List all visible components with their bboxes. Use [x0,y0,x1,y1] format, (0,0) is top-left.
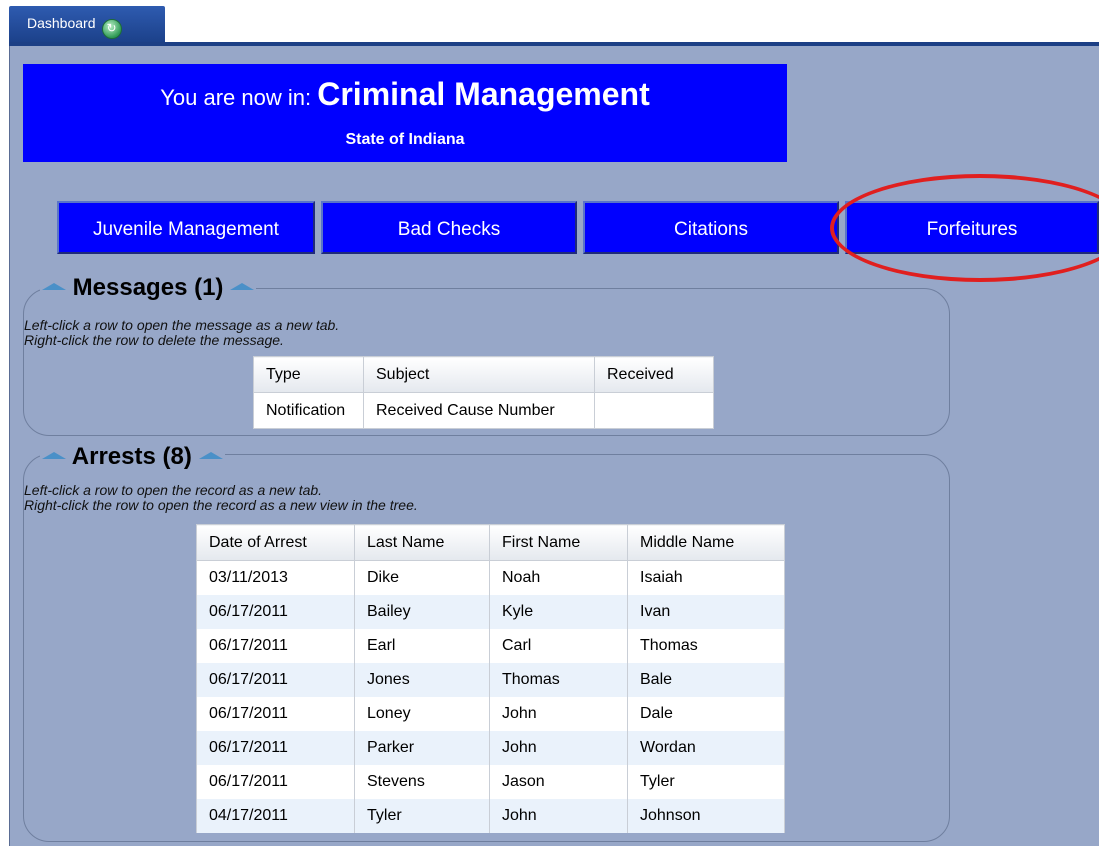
table-row[interactable]: 03/11/2013 Dike Noah Isaiah [196,560,785,595]
tab-strip: Dashboard ↻ [0,0,1099,44]
table-row[interactable]: 06/17/2011 Earl Carl Thomas [196,629,785,663]
messages-header: Messages (1) [40,274,257,302]
first-name-cell: Kyle [489,595,628,629]
first-name-cell: Noah [489,560,628,595]
date-cell: 06/17/2011 [196,663,355,697]
date-cell: 06/17/2011 [196,731,355,765]
last-name-cell: Dike [354,560,490,595]
date-cell: 06/17/2011 [196,765,355,799]
arrests-table-header: Date of Arrest Last Name First Name Midd… [196,524,785,561]
messages-hint-right-click: Right-click the row to delete the messag… [24,332,284,348]
column-header-middle-name[interactable]: Middle Name [627,524,785,561]
table-row[interactable]: 06/17/2011 Bailey Kyle Ivan [196,595,785,629]
column-header-subject[interactable]: Subject [363,356,595,393]
first-name-cell: Carl [489,629,628,663]
message-type-cell: Notification [253,392,364,429]
table-row[interactable]: 06/17/2011 Jones Thomas Bale [196,663,785,697]
column-header-last-name[interactable]: Last Name [354,524,490,561]
first-name-cell: John [489,697,628,731]
middle-name-cell: Dale [627,697,785,731]
last-name-cell: Bailey [354,595,490,629]
middle-name-cell: Tyler [627,765,785,799]
first-name-cell: John [489,799,628,833]
table-row[interactable]: 06/17/2011 Stevens Jason Tyler [196,765,785,799]
banner-module-name: Criminal Management [317,76,650,112]
last-name-cell: Stevens [354,765,490,799]
date-cell: 06/17/2011 [196,595,355,629]
last-name-cell: Earl [354,629,490,663]
middle-name-cell: Johnson [627,799,785,833]
arrests-table: Date of Arrest Last Name First Name Midd… [196,524,785,833]
table-row[interactable]: Notification Received Cause Number [253,392,714,429]
first-name-cell: Thomas [489,663,628,697]
banner-state: State of Indiana [345,131,465,148]
messages-hint-left-click: Left-click a row to open the message as … [24,317,340,333]
last-name-cell: Tyler [354,799,490,833]
first-name-cell: Jason [489,765,628,799]
collapse-icon[interactable] [42,283,66,290]
module-banner: You are now in: Criminal Management Stat… [23,64,787,162]
message-received-cell [594,392,714,429]
collapse-icon[interactable] [42,452,66,459]
date-cell: 03/11/2013 [196,560,355,595]
last-name-cell: Jones [354,663,490,697]
messages-hint: Left-click a row to open the message as … [24,318,339,348]
tab-dashboard[interactable]: Dashboard ↻ [9,6,165,42]
table-row[interactable]: 06/17/2011 Loney John Dale [196,697,785,731]
date-cell: 06/17/2011 [196,697,355,731]
column-header-date-of-arrest[interactable]: Date of Arrest [196,524,355,561]
citations-button[interactable]: Citations [583,201,839,254]
refresh-icon[interactable]: ↻ [101,19,122,39]
middle-name-cell: Isaiah [627,560,785,595]
collapse-icon[interactable] [198,452,223,459]
last-name-cell: Parker [354,731,490,765]
arrests-title: Arrests (8) [71,443,192,470]
banner-title: You are now in: Criminal Management [23,76,787,113]
messages-table: Type Subject Received Notification Recei… [253,356,714,429]
middle-name-cell: Thomas [627,629,785,663]
collapse-icon[interactable] [230,283,255,290]
first-name-cell: John [489,731,628,765]
bad-checks-button[interactable]: Bad Checks [321,201,577,254]
messages-title: Messages (1) [72,274,224,301]
last-name-cell: Loney [354,697,490,731]
column-header-received[interactable]: Received [594,356,714,393]
column-header-first-name[interactable]: First Name [489,524,628,561]
column-header-type[interactable]: Type [253,356,364,393]
juvenile-management-button[interactable]: Juvenile Management [57,201,315,254]
arrests-hint-right-click: Right-click the row to open the record a… [24,497,418,513]
messages-table-header: Type Subject Received [253,356,714,393]
arrests-hint-left-click: Left-click a row to open the record as a… [24,482,323,498]
middle-name-cell: Wordan [627,731,785,765]
table-row[interactable]: 04/17/2011 Tyler John Johnson [196,799,785,833]
date-cell: 06/17/2011 [196,629,355,663]
middle-name-cell: Ivan [627,595,785,629]
tab-dashboard-label: Dashboard [27,15,96,31]
banner-prefix: You are now in: [160,85,312,110]
middle-name-cell: Bale [627,663,785,697]
message-subject-cell: Received Cause Number [363,392,595,429]
arrests-header: Arrests (8) [40,443,225,471]
arrests-hint: Left-click a row to open the record as a… [24,483,418,513]
table-row[interactable]: 06/17/2011 Parker John Wordan [196,731,785,765]
date-cell: 04/17/2011 [196,799,355,833]
